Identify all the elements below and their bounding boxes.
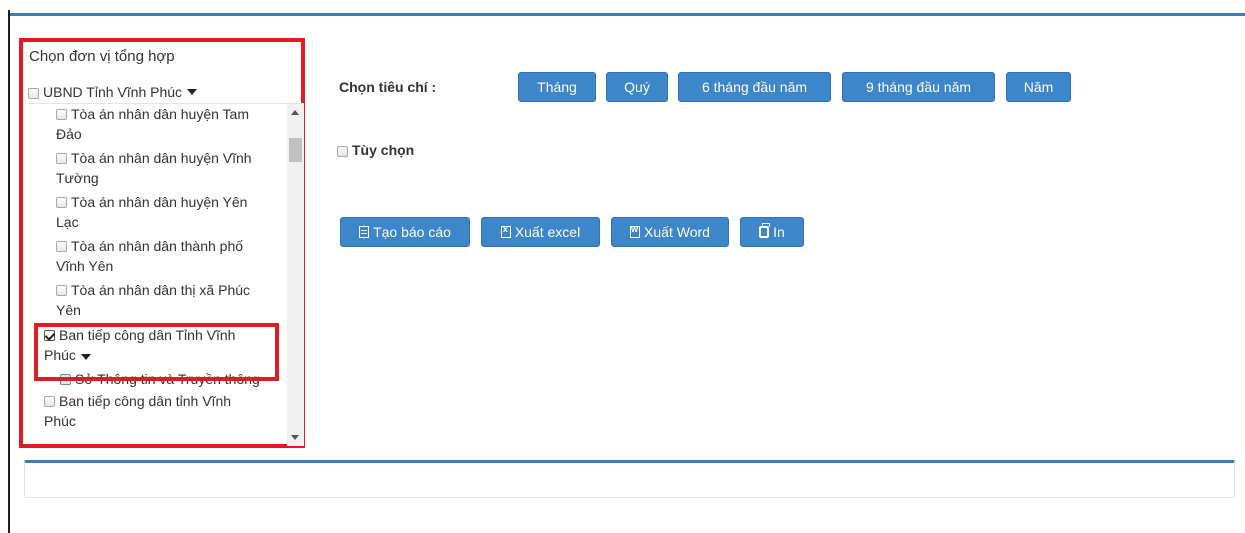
scroll-down-icon[interactable] [291,435,299,440]
scroll-up-icon[interactable] [291,110,299,115]
export-excel-label: Xuất excel [514,224,581,240]
item-label-cont: Phúc [44,413,76,429]
root-checkbox[interactable] [28,87,39,99]
item-checkbox[interactable] [56,285,67,296]
item-checkbox[interactable] [56,197,67,208]
panel-title: Chọn đơn vị tổng hợp [29,48,175,65]
item-checkbox[interactable] [56,153,67,164]
print-label: In [773,224,785,240]
word-icon [630,224,641,238]
item-checkbox[interactable] [44,396,55,407]
export-excel-button[interactable]: Xuất excel [481,217,600,247]
item-label: Ban tiếp công dân Tỉnh Vĩnh [59,327,236,343]
item-label-cont: Yên [56,302,81,318]
list-item[interactable]: Tòa án nhân dân huyện Tam Đảo [56,104,249,144]
item-label-cont: Đảo [56,126,82,142]
first-9-months-button[interactable]: 9 tháng đầu năm [842,72,995,102]
year-button[interactable]: Năm [1006,72,1071,102]
item-label-cont: Lạc [56,214,79,230]
export-word-button[interactable]: Xuất Word [611,217,729,247]
list-item[interactable]: Sở Thông tin và Truyền thông [60,369,260,389]
item-label: Sở Thông tin và Truyền thông [75,371,260,387]
create-report-button[interactable]: Tạo báo cáo [340,217,470,247]
window-left-border [8,10,10,533]
document-icon [359,226,370,238]
month-button[interactable]: Tháng [518,72,596,102]
create-report-label: Tạo báo cáo [373,224,451,240]
unit-selection-panel: Chọn đơn vị tổng hợp UBND Tỉnh Vĩnh Phúc… [19,38,305,448]
root-label: UBND Tỉnh Vĩnh Phúc [43,84,183,100]
printer-icon [759,223,771,238]
list-item-selected[interactable]: Ban tiếp công dân Tỉnh Vĩnh Phúc [44,325,235,365]
top-accent-border [10,13,1245,16]
custom-label: Tùy chọn [352,142,415,158]
item-label-cont: Vĩnh Yên [56,258,114,274]
custom-checkbox[interactable] [337,145,348,157]
item-label: Tòa án nhân dân huyện Vĩnh [71,150,252,166]
item-label-cont: Tường [56,170,99,186]
vertical-scrollbar[interactable] [287,104,304,446]
list-item[interactable]: Tòa án nhân dân huyện Vĩnh Tường [56,148,252,188]
list-item[interactable]: Tòa án nhân dân huyện Yên Lạc [56,192,247,232]
item-label: Tòa án nhân dân huyện Yên [71,194,248,210]
item-label: Ban tiếp công dân tỉnh Vĩnh [59,393,232,409]
quarter-button[interactable]: Quý [606,72,668,102]
export-word-label: Xuất Word [644,224,710,240]
scroll-thumb[interactable] [289,138,302,162]
caret-down-icon[interactable] [80,354,91,360]
unit-tree-list[interactable]: Tòa án nhân dân huyện Tam Đảo Tòa án nhâ… [28,103,304,446]
print-button[interactable]: In [740,217,804,247]
item-label-cont: Phúc [44,347,76,363]
root-unit-item[interactable]: UBND Tỉnh Vĩnh Phúc [28,84,198,100]
item-label: Tòa án nhân dân huyện Tam [71,106,249,122]
item-label: Tòa án nhân dân thành phố [71,238,244,254]
list-item[interactable]: Tòa án nhân dân thị xã Phúc Yên [56,280,250,320]
custom-option[interactable]: Tùy chọn [337,142,414,158]
first-6-months-button[interactable]: 6 tháng đầu năm [678,72,831,102]
list-item[interactable]: Ban tiếp công dân tỉnh Vĩnh Phúc [44,391,231,431]
list-item[interactable]: Tòa án nhân dân thành phố Vĩnh Yên [56,236,243,276]
criteria-label: Chọn tiêu chí : [339,79,437,95]
result-panel [24,460,1235,498]
item-checkbox[interactable] [60,374,71,385]
item-checkbox[interactable] [56,241,67,252]
item-label: Tòa án nhân dân thị xã Phúc [71,282,251,298]
item-checkbox-checked[interactable] [44,330,55,341]
caret-down-icon[interactable] [187,89,198,95]
excel-icon [500,224,511,238]
item-checkbox[interactable] [56,109,67,120]
